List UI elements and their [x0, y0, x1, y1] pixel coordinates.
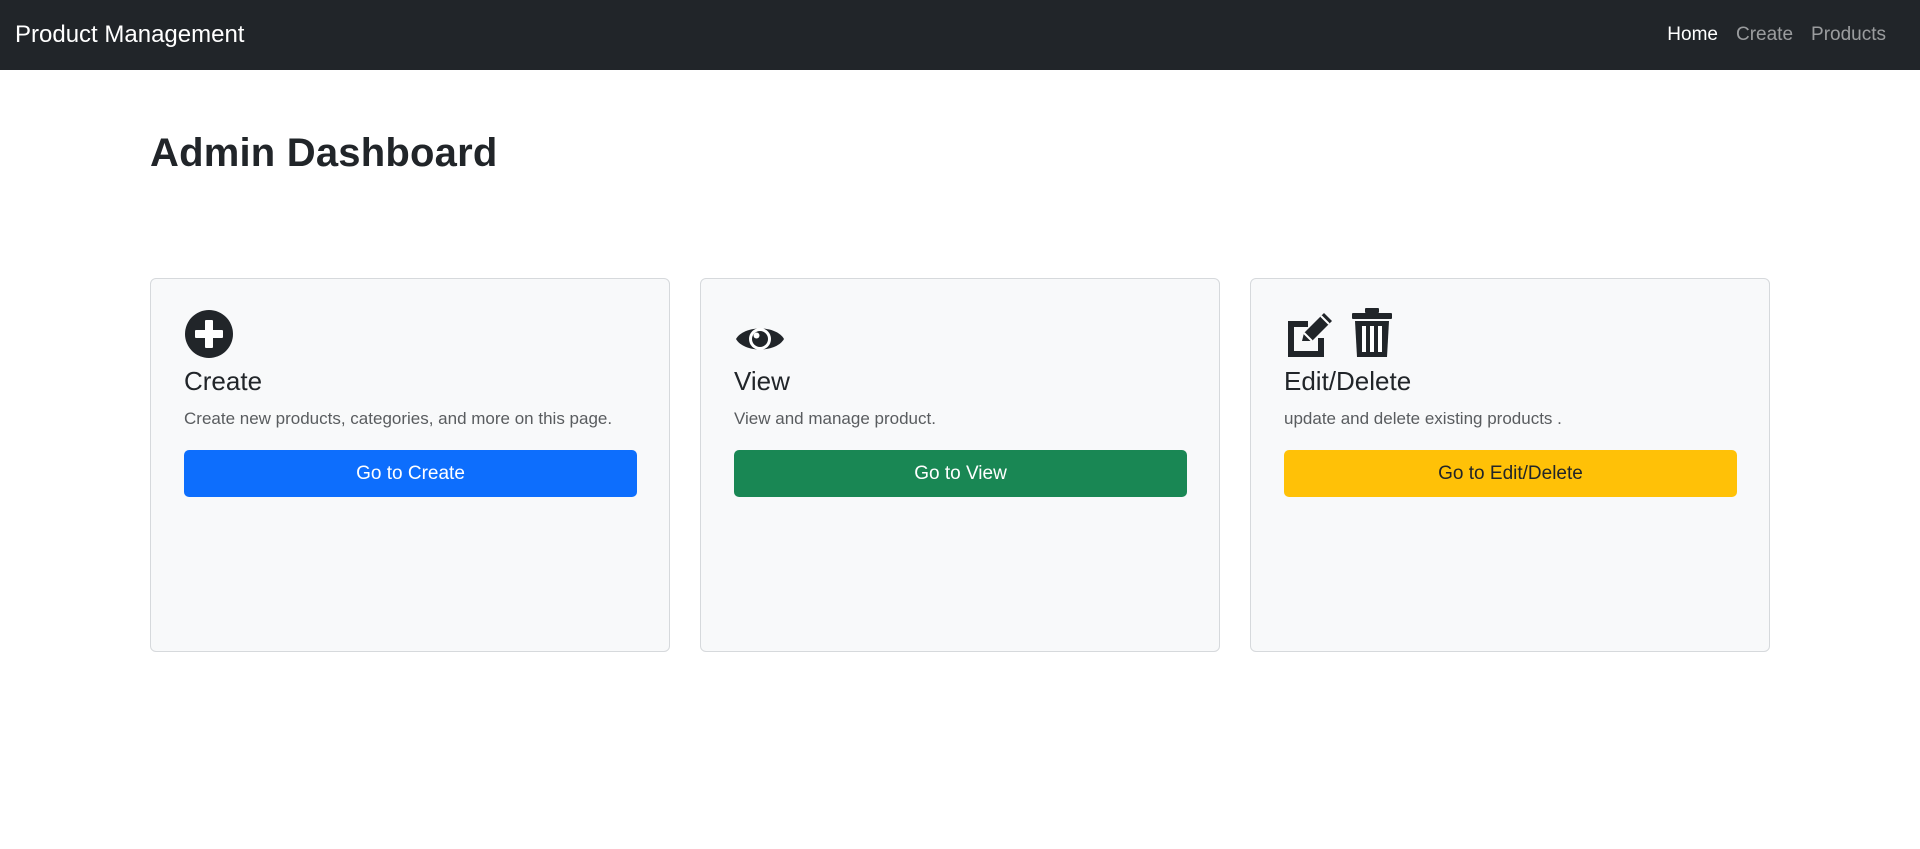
- nav-links: Home Create Products: [1658, 24, 1895, 46]
- card-title: Edit/Delete: [1284, 366, 1412, 396]
- card-icons: [1284, 308, 1736, 364]
- card-edit-delete: Edit/Delete update and delete existing p…: [1250, 278, 1770, 652]
- go-to-create-button[interactable]: Go to Create: [184, 450, 637, 497]
- navbar-brand[interactable]: Product Management: [15, 21, 244, 49]
- go-to-view-button[interactable]: Go to View: [734, 450, 1187, 497]
- card-text: update and delete existing products .: [1284, 409, 1562, 428]
- plus-circle-icon: [184, 309, 234, 364]
- eye-icon: [734, 319, 786, 364]
- card-icons: [734, 312, 1186, 364]
- navbar: Product Management Home Create Products: [0, 0, 1920, 70]
- card-icons: [184, 309, 636, 364]
- card-text: View and manage product.: [734, 409, 936, 428]
- nav-link-create[interactable]: Create: [1727, 24, 1802, 46]
- card-text: Create new products, categories, and mor…: [184, 409, 613, 428]
- card-title: View: [734, 366, 790, 396]
- card-row: Create Create new products, categories, …: [150, 278, 1770, 652]
- trash-icon: [1350, 307, 1394, 364]
- card-title: Create: [184, 366, 263, 396]
- edit-icon: [1284, 309, 1336, 364]
- card-view: View View and manage product. Go to View: [700, 278, 1220, 652]
- nav-link-home[interactable]: Home: [1658, 24, 1727, 46]
- page-title: Admin Dashboard: [150, 131, 498, 175]
- go-to-edit-delete-button[interactable]: Go to Edit/Delete: [1284, 450, 1737, 497]
- card-create: Create Create new products, categories, …: [150, 278, 670, 652]
- nav-link-products[interactable]: Products: [1802, 24, 1895, 46]
